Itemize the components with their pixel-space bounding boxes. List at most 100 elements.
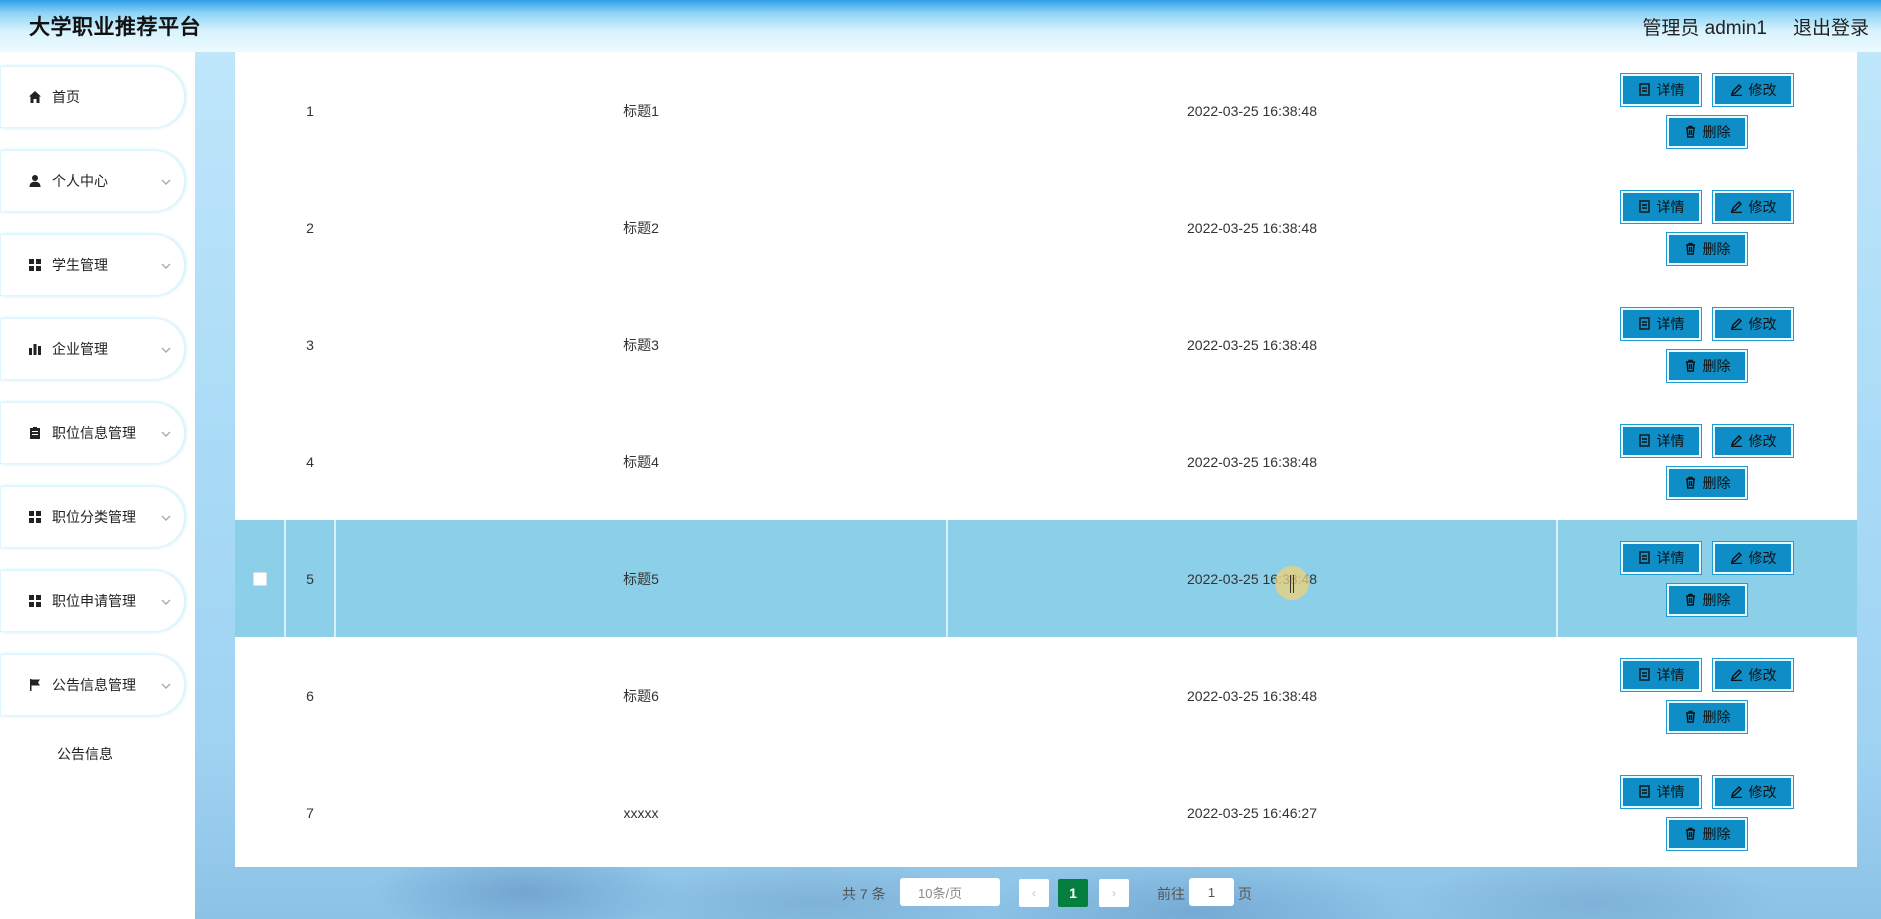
- row-actions: 详情 修改 删除: [1557, 286, 1857, 403]
- sidebar-item-label: 职位信息管理: [52, 425, 136, 441]
- header-user-area: 管理员 admin1 退出登录: [1642, 13, 1869, 40]
- row-index: 7: [306, 804, 314, 821]
- row-title: 标题3: [623, 336, 659, 353]
- next-page-button[interactable]: ›: [1099, 879, 1129, 907]
- document-icon: [1638, 785, 1650, 798]
- detail-button[interactable]: 详情: [1620, 72, 1702, 107]
- row-checkbox[interactable]: [253, 571, 267, 586]
- row-title: xxxxx: [623, 804, 659, 821]
- row-time: 2022-03-25 16:46:27: [1187, 804, 1317, 821]
- sidebar-item-label: 职位分类管理: [52, 509, 136, 525]
- chevron-down-icon: [161, 594, 171, 605]
- chevron-down-icon: [161, 678, 171, 689]
- grid-icon: [28, 258, 42, 272]
- row-title: 标题6: [623, 687, 659, 704]
- goto-page-input[interactable]: 1: [1189, 878, 1234, 906]
- row-index: 1: [306, 102, 314, 119]
- bar-chart-icon: [28, 342, 42, 356]
- trash-icon: [1685, 242, 1695, 255]
- table-row[interactable]: 3 标题3 2022-03-25 16:38:48 详情 修改 删除: [235, 286, 1857, 403]
- edit-button[interactable]: 修改: [1712, 423, 1794, 458]
- sidebar-subitem-notice-info[interactable]: 公告信息: [57, 744, 113, 764]
- delete-button[interactable]: 删除: [1666, 816, 1748, 851]
- delete-button[interactable]: 删除: [1666, 348, 1748, 383]
- row-title: 标题1: [623, 102, 659, 119]
- sidebar-item-notice-management[interactable]: 公告信息管理: [0, 654, 185, 716]
- sidebar-item-enterprise-management[interactable]: 企业管理: [0, 318, 185, 380]
- trash-icon: [1685, 593, 1695, 606]
- page-suffix-label: 页: [1238, 886, 1252, 902]
- row-actions: 详情 修改 删除: [1557, 52, 1857, 169]
- edit-button[interactable]: 修改: [1712, 306, 1794, 341]
- detail-button[interactable]: 详情: [1620, 540, 1702, 575]
- chevron-down-icon: [161, 174, 171, 185]
- delete-button[interactable]: 删除: [1666, 114, 1748, 149]
- table-row[interactable]: 2 标题2 2022-03-25 16:38:48 详情 修改 删除: [235, 169, 1857, 286]
- row-actions: 详情 修改 删除: [1557, 637, 1857, 754]
- edit-button[interactable]: 修改: [1712, 657, 1794, 692]
- delete-button[interactable]: 删除: [1666, 231, 1748, 266]
- sidebar-item-job-category-management[interactable]: 职位分类管理: [0, 486, 185, 548]
- goto-label: 前往: [1157, 886, 1185, 902]
- chevron-right-icon: ›: [1112, 886, 1116, 900]
- document-icon: [1638, 200, 1650, 213]
- flag-icon: [28, 678, 42, 692]
- sidebar-item-job-application-management[interactable]: 职位申请管理: [0, 570, 185, 632]
- trash-icon: [1685, 359, 1695, 372]
- document-icon: [1638, 668, 1650, 681]
- top-header: 大学职业推荐平台 管理员 admin1 退出登录: [0, 0, 1881, 52]
- table-row[interactable]: 7 xxxxx 2022-03-25 16:46:27 详情 修改 删除: [235, 754, 1857, 871]
- row-index: 4: [306, 453, 314, 470]
- prev-page-button[interactable]: ‹: [1019, 879, 1049, 907]
- document-icon: [1638, 434, 1650, 447]
- row-checkbox-cell: [235, 520, 285, 637]
- table-row[interactable]: 6 标题6 2022-03-25 16:38:48 详情 修改 删除: [235, 637, 1857, 754]
- delete-button[interactable]: 删除: [1666, 582, 1748, 617]
- chevron-down-icon: [161, 342, 171, 353]
- detail-button[interactable]: 详情: [1620, 189, 1702, 224]
- table-row[interactable]: 1 标题1 2022-03-25 16:38:48 详情 修改 删除: [235, 52, 1857, 169]
- sidebar-item-home[interactable]: 首页: [0, 66, 185, 128]
- sidebar-item-label: 公告信息管理: [52, 677, 136, 693]
- trash-icon: [1685, 476, 1695, 489]
- row-title: 标题5: [623, 570, 659, 587]
- grid-icon: [28, 594, 42, 608]
- user-icon: [28, 174, 42, 188]
- current-page-button[interactable]: 1: [1058, 879, 1088, 907]
- row-time: 2022-03-25 16:38:48: [1187, 570, 1317, 587]
- detail-button[interactable]: 详情: [1620, 423, 1702, 458]
- sidebar-item-label: 职位申请管理: [52, 593, 136, 609]
- row-title: 标题4: [623, 453, 659, 470]
- table-row-hovered[interactable]: 5 标题5 2022-03-25 16:38:48 详情 修改 删除: [235, 520, 1857, 637]
- detail-button[interactable]: 详情: [1620, 306, 1702, 341]
- clipboard-icon: [28, 426, 42, 440]
- sidebar-item-job-info-management[interactable]: 职位信息管理: [0, 402, 185, 464]
- detail-button[interactable]: 详情: [1620, 774, 1702, 809]
- edit-button[interactable]: 修改: [1712, 540, 1794, 575]
- table-row[interactable]: 4 标题4 2022-03-25 16:38:48 详情 修改 删除: [235, 403, 1857, 520]
- delete-button[interactable]: 删除: [1666, 465, 1748, 500]
- edit-icon: [1730, 318, 1742, 330]
- pagination-total: 共 7 条: [842, 886, 886, 902]
- row-index: 6: [306, 687, 314, 704]
- sidebar-item-personal-center[interactable]: 个人中心: [0, 150, 185, 212]
- sidebar-item-label: 首页: [52, 89, 80, 105]
- sidebar-item-label: 个人中心: [52, 173, 108, 189]
- text-cursor-icon: [1290, 575, 1294, 593]
- edit-button[interactable]: 修改: [1712, 189, 1794, 224]
- row-time: 2022-03-25 16:38:48: [1187, 219, 1317, 236]
- trash-icon: [1685, 125, 1695, 138]
- edit-button[interactable]: 修改: [1712, 72, 1794, 107]
- edit-button[interactable]: 修改: [1712, 774, 1794, 809]
- row-time: 2022-03-25 16:38:48: [1187, 336, 1317, 353]
- page-size-select[interactable]: 10条/页: [900, 878, 1000, 906]
- trash-icon: [1685, 710, 1695, 723]
- row-index: 5: [306, 570, 314, 587]
- sidebar-item-student-management[interactable]: 学生管理: [0, 234, 185, 296]
- detail-button[interactable]: 详情: [1620, 657, 1702, 692]
- chevron-down-icon: [161, 258, 171, 269]
- delete-button[interactable]: 删除: [1666, 699, 1748, 734]
- logout-link[interactable]: 退出登录: [1793, 13, 1869, 40]
- grid-icon: [28, 510, 42, 524]
- home-icon: [28, 90, 42, 104]
